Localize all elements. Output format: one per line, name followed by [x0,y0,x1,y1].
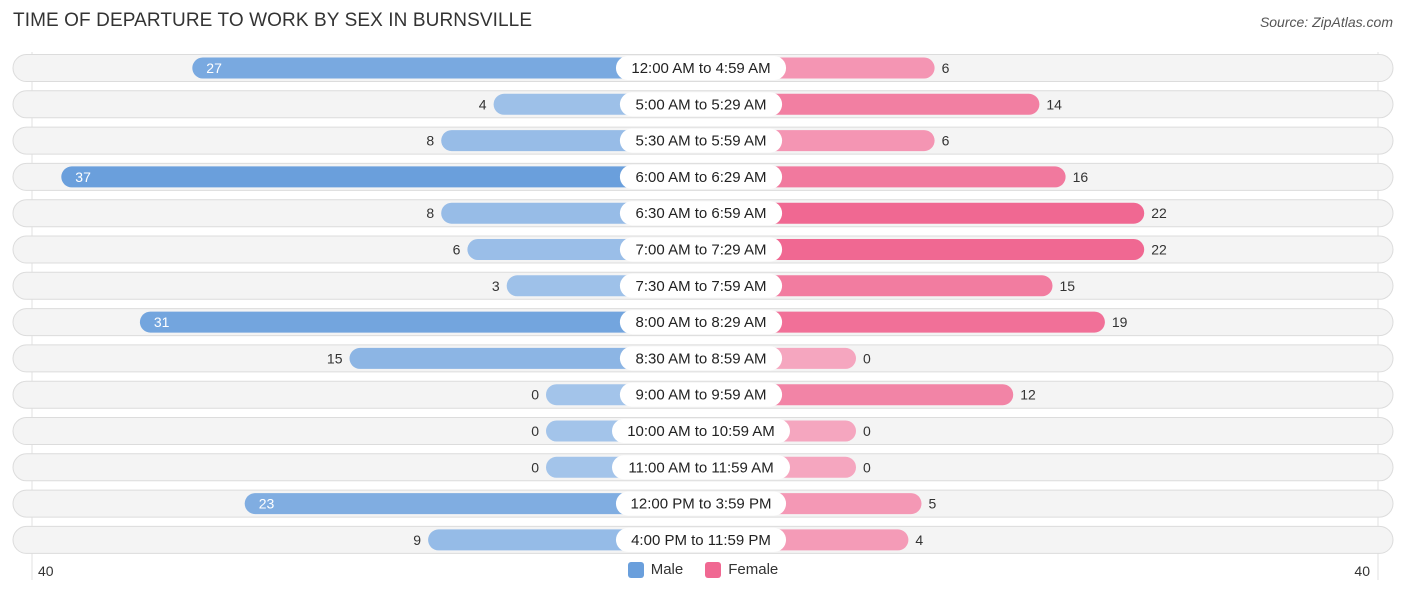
chart-area: 27 6 12:00 AM to 4:59 AM 4 14 5:00 AM to 5:29… [12,52,1394,580]
legend-item-female[interactable]: Female [705,561,778,578]
value-label-male: 23 [259,496,275,512]
value-label-female: 12 [1020,387,1036,403]
value-label-female: 0 [863,350,871,366]
value-label-male: 0 [531,423,539,439]
category-label: 7:30 AM to 7:59 AM [636,278,767,295]
value-label-male: 8 [426,205,434,221]
value-label-male: 8 [426,133,434,149]
category-label: 5:30 AM to 5:59 AM [636,133,767,150]
category-label: 12:00 AM to 4:59 AM [631,60,770,77]
legend: Male Female [0,561,1406,578]
value-label-male: 3 [492,278,500,294]
category-label: 6:30 AM to 6:59 AM [636,205,767,222]
value-label-male: 0 [531,387,539,403]
bar-male [139,311,701,333]
value-label-female: 22 [1151,242,1167,258]
value-label-female: 0 [863,459,871,475]
category-label: 10:00 AM to 10:59 AM [627,423,775,440]
category-label: 6:00 AM to 6:29 AM [636,169,767,186]
category-label: 7:00 AM to 7:29 AM [636,242,767,259]
category-label: 8:30 AM to 8:59 AM [636,350,767,367]
legend-label-female: Female [728,561,779,578]
value-label-male: 37 [75,169,91,185]
value-label-female: 6 [942,133,950,149]
category-label: 5:00 AM to 5:29 AM [636,96,767,113]
value-label-male: 6 [453,242,461,258]
value-label-male: 0 [531,459,539,475]
value-label-male: 27 [206,60,222,76]
value-label-male: 15 [327,350,343,366]
value-label-male: 4 [479,96,487,112]
value-label-female: 14 [1046,96,1062,112]
bar-male [61,166,702,188]
legend-swatch-female [705,561,722,578]
legend-label-male: Male [650,561,684,578]
category-label: 12:00 PM to 3:59 PM [631,496,772,513]
value-label-female: 19 [1112,314,1128,330]
value-label-female: 4 [915,532,923,548]
category-label: 4:00 PM to 11:59 PM [631,532,771,549]
value-label-female: 0 [863,423,871,439]
value-label-female: 16 [1073,169,1089,185]
value-label-female: 22 [1151,205,1167,221]
legend-item-male[interactable]: Male [627,561,684,578]
value-label-female: 6 [942,60,950,76]
value-label-male: 31 [154,314,170,330]
category-label: 9:00 AM to 9:59 AM [636,387,767,404]
legend-swatch-male [627,561,644,578]
category-label: 11:00 AM to 11:59 AM [628,459,773,476]
value-label-male: 9 [413,532,421,548]
value-label-female: 15 [1060,278,1076,294]
category-label: 8:00 AM to 8:29 AM [636,314,767,331]
value-label-female: 5 [929,496,937,512]
